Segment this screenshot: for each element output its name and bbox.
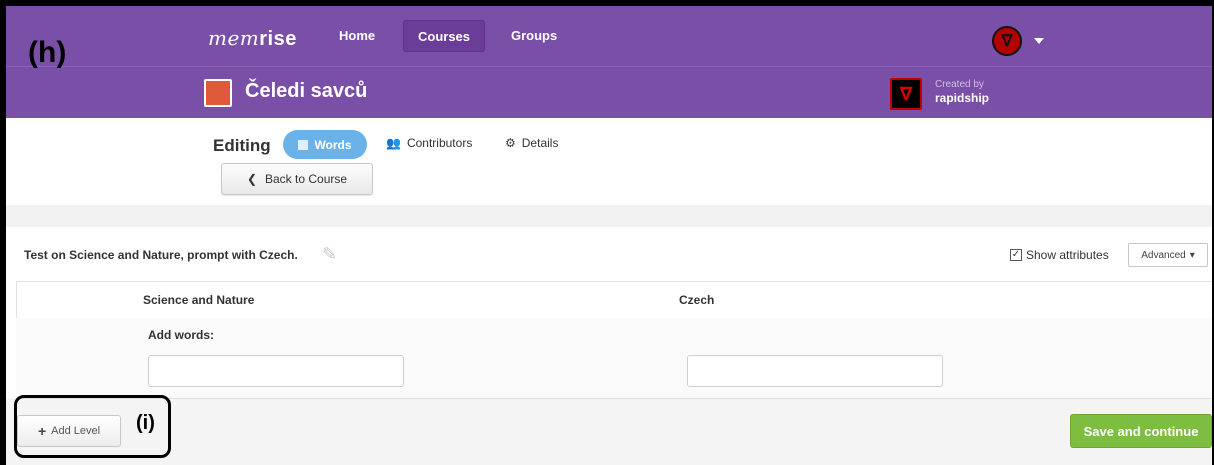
tab-words-label: Words <box>314 137 352 152</box>
section-divider <box>6 205 1212 227</box>
tab-details[interactable]: ⚙ Details <box>505 136 558 150</box>
nav-groups[interactable]: Groups <box>497 20 571 52</box>
gear-icon: ⚙ <box>505 136 516 150</box>
course-icon <box>204 79 232 107</box>
column-header-science: Science and Nature <box>143 293 255 307</box>
tab-details-label: Details <box>521 136 559 150</box>
logo-part-rise: rise <box>259 28 297 50</box>
user-avatar[interactable]: ∇ <box>992 26 1022 56</box>
course-header <box>6 66 1212 118</box>
memrise-logo[interactable]: memrise <box>208 26 297 51</box>
chevron-down-icon: ▾ <box>1189 249 1195 261</box>
science-word-input[interactable] <box>148 355 404 387</box>
logo-part-mem: mem <box>208 26 260 50</box>
list-icon <box>298 139 309 150</box>
nav-home[interactable]: Home <box>325 20 389 52</box>
tab-contributors[interactable]: 👥 Contributors <box>386 136 472 150</box>
back-to-course-label: Back to Course <box>265 172 348 186</box>
created-by-label: Created by <box>935 79 984 90</box>
level-description: Test on Science and Nature, prompt with … <box>24 248 298 262</box>
advanced-dropdown[interactable]: Advanced ▾ <box>1128 243 1208 267</box>
show-attributes-toggle[interactable]: ✓ Show attributes <box>1010 248 1109 262</box>
users-icon: 👥 <box>386 136 401 150</box>
back-to-course-button[interactable]: ❮ Back to Course <box>221 163 373 195</box>
czech-word-input[interactable] <box>687 355 943 387</box>
column-header-czech: Czech <box>679 293 715 307</box>
add-words-label: Add words: <box>148 328 214 342</box>
show-attributes-label: Show attributes <box>1026 248 1109 262</box>
nav-courses[interactable]: Courses <box>403 20 486 52</box>
footer-bar <box>6 399 1212 465</box>
top-navigation <box>6 6 1212 66</box>
show-attributes-checkbox[interactable]: ✓ <box>1010 249 1022 261</box>
tab-words[interactable]: Words <box>283 130 367 159</box>
creator-name[interactable]: rapidship <box>935 91 989 105</box>
pencil-icon[interactable]: ✎ <box>322 244 342 264</box>
chevron-left-icon: ❮ <box>246 172 257 186</box>
advanced-label: Advanced <box>1141 249 1186 261</box>
panel-label-i: (i) <box>136 412 155 434</box>
panel-label-h: (h) <box>28 36 67 69</box>
tab-contributors-label: Contributors <box>406 136 473 150</box>
editing-label: Editing <box>213 136 271 155</box>
creator-avatar[interactable]: ∇ <box>890 78 922 110</box>
course-title[interactable]: Čeledi savců <box>245 80 367 103</box>
save-and-continue-button[interactable]: Save and continue <box>1070 414 1212 448</box>
chevron-down-icon[interactable] <box>1034 38 1044 44</box>
